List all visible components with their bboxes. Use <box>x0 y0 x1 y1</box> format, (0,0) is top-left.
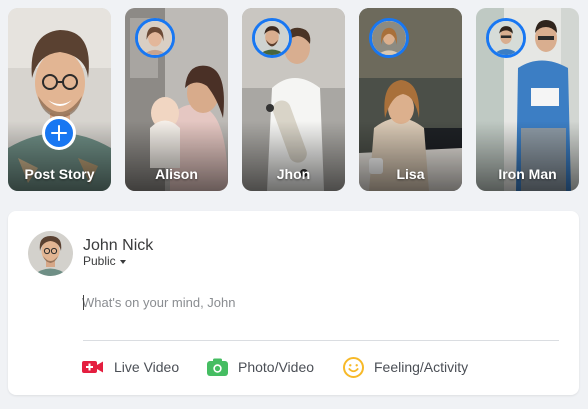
feeling-activity-button[interactable]: Feeling/Activity <box>343 356 468 378</box>
story-label: Jhon <box>276 166 311 182</box>
story-card-post-story[interactable]: Post Story <box>8 8 111 191</box>
story-card-alison[interactable]: Alison <box>125 8 228 191</box>
post-composer: John Nick Public Live Video Photo/Video <box>8 211 579 395</box>
photo-icon <box>207 358 228 376</box>
feeling-icon <box>343 356 364 378</box>
story-label: Post Story <box>24 166 95 182</box>
stories-row: Post Story Alison Jhon Lisa Iron Man <box>0 0 588 200</box>
story-avatar-alison <box>135 18 175 58</box>
add-story-button[interactable] <box>42 116 76 150</box>
audience-selector[interactable]: Public <box>83 254 126 268</box>
feeling-activity-label: Feeling/Activity <box>374 359 469 375</box>
live-video-label: Live Video <box>114 359 180 375</box>
audience-label: Public <box>83 254 116 268</box>
story-label: Alison <box>155 166 198 182</box>
story-avatar-lisa <box>369 18 409 58</box>
story-avatar-iron-man <box>486 18 526 58</box>
live-video-icon <box>82 361 103 373</box>
story-label: Iron Man <box>498 166 557 182</box>
post-input[interactable] <box>82 291 552 313</box>
user-avatar[interactable] <box>28 231 73 276</box>
story-card-jhon[interactable]: Jhon <box>242 8 345 191</box>
photo-video-label: Photo/Video <box>238 359 315 375</box>
user-name: John Nick <box>83 237 154 254</box>
divider <box>83 340 559 341</box>
story-card-iron-man[interactable]: Iron Man <box>476 8 579 191</box>
story-avatar-jhon <box>252 18 292 58</box>
text-cursor <box>83 295 84 310</box>
story-card-lisa[interactable]: Lisa <box>359 8 462 191</box>
user-avatar-image <box>28 231 73 276</box>
live-video-button[interactable]: Live Video <box>82 356 179 378</box>
caret-down-icon <box>119 259 126 264</box>
story-label: Lisa <box>396 166 425 182</box>
photo-video-button[interactable]: Photo/Video <box>207 356 314 378</box>
